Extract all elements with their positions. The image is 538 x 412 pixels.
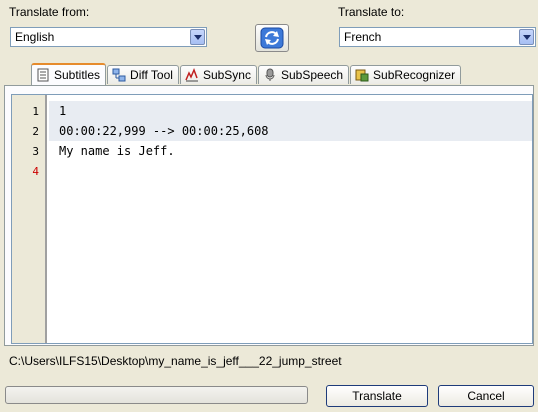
tab-subtitles[interactable]: Subtitles: [31, 63, 107, 85]
swap-languages-icon: [260, 27, 284, 49]
translate-to-select[interactable]: French: [339, 27, 536, 47]
tab-label: SubRecognizer: [373, 68, 456, 82]
translate-from-select[interactable]: English: [10, 27, 207, 47]
editor-line-current[interactable]: [49, 161, 532, 181]
chevron-down-icon[interactable]: [519, 29, 534, 45]
tab-label: Diff Tool: [130, 68, 173, 82]
microphone-icon: [263, 68, 277, 82]
swap-languages-button[interactable]: [255, 24, 289, 52]
editor-line[interactable]: My name is Jeff.: [49, 141, 532, 161]
line-number-gutter: 1 2 3 4: [12, 95, 47, 343]
document-icon: [36, 68, 50, 82]
diff-icon: [112, 68, 126, 82]
line-number: 2: [32, 125, 39, 138]
sync-icon: [185, 68, 199, 82]
line-number: 1: [32, 105, 39, 118]
translate-from-value: English: [15, 30, 55, 44]
chevron-down-icon[interactable]: [190, 29, 205, 45]
translate-to-label: Translate to:: [338, 5, 405, 19]
file-path: C:\Users\ILFS15\Desktop\my_name_is_jeff_…: [9, 354, 342, 368]
tab-label: Subtitles: [54, 68, 101, 82]
tab-diff-tool[interactable]: Diff Tool: [107, 65, 179, 84]
translate-from-label: Translate from:: [9, 5, 90, 19]
tab-label: SubSpeech: [280, 68, 344, 82]
tab-subrecognizer[interactable]: SubRecognizer: [350, 65, 462, 84]
current-line-number: 4: [32, 165, 39, 178]
subtitle-editor[interactable]: 1 2 3 4 1 00:00:22,999 --> 00:00:25,608 …: [11, 94, 533, 344]
line-number: 3: [32, 145, 39, 158]
cancel-button[interactable]: Cancel: [438, 385, 534, 407]
translate-button[interactable]: Translate: [326, 385, 428, 407]
subtitles-panel: 1 2 3 4 1 00:00:22,999 --> 00:00:25,608 …: [4, 85, 534, 346]
tab-bar: Subtitles Diff Tool SubSync SubSpeech Su…: [31, 63, 462, 85]
tab-subspeech[interactable]: SubSpeech: [257, 65, 350, 84]
translation-progress-bar: [5, 386, 308, 404]
tab-label: SubSync: [202, 68, 251, 82]
tab-subsync[interactable]: SubSync: [179, 65, 257, 84]
translate-to-value: French: [344, 30, 382, 44]
editor-line[interactable]: 00:00:22,999 --> 00:00:25,608: [49, 121, 532, 141]
editor-line[interactable]: 1: [49, 101, 532, 121]
recognizer-icon: [355, 68, 369, 82]
